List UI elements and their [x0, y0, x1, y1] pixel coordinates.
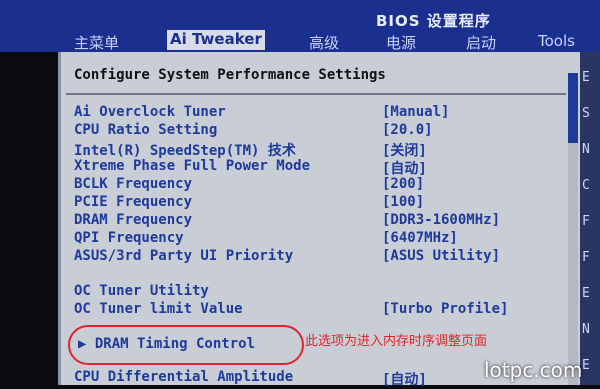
setting-label: OC Tuner limit Value	[74, 301, 243, 317]
setting-label: Xtreme Phase Full Power Mode	[74, 158, 311, 174]
setting-cpu-ratio[interactable]: CPU Ratio Setting [20.0]	[74, 122, 564, 140]
setting-value[interactable]: [自动]	[382, 158, 427, 178]
setting-value[interactable]: [200]	[382, 176, 424, 192]
setting-dram-frequency[interactable]: DRAM Frequency [DDR3-1600MHz]	[74, 212, 564, 230]
tab-boot[interactable]: 启动	[466, 32, 496, 53]
setting-label: QPI Frequency	[74, 230, 184, 246]
tab-ai-tweaker[interactable]: Ai Tweaker	[167, 30, 265, 50]
setting-ui-priority[interactable]: ASUS/3rd Party UI Priority [ASUS Utility…	[74, 248, 564, 266]
setting-label: DRAM Frequency	[74, 212, 193, 228]
help-panel-edge: E S N C F F E N E	[580, 52, 600, 385]
section-heading: Configure System Performance Settings	[74, 67, 386, 83]
tab-power[interactable]: 电源	[386, 32, 416, 53]
setting-value[interactable]: [ASUS Utility]	[382, 248, 500, 264]
setting-oc-tuner-utility[interactable]: OC Tuner Utility	[74, 283, 564, 301]
setting-value[interactable]: [自动]	[382, 369, 427, 389]
setting-qpi-frequency[interactable]: QPI Frequency [6407MHz]	[74, 230, 564, 248]
help-char: N	[582, 142, 590, 157]
setting-label: Intel(R) SpeedStep(TM) 技术	[74, 143, 296, 159]
setting-value[interactable]: [6407MHz]	[382, 230, 458, 246]
setting-pcie-frequency[interactable]: PCIE Frequency [100]	[74, 194, 564, 212]
help-char: E	[582, 286, 590, 301]
tab-main[interactable]: 主菜单	[74, 32, 119, 53]
help-char: E	[582, 358, 590, 373]
setting-value[interactable]: [20.0]	[382, 122, 433, 138]
setting-value[interactable]: [Manual]	[382, 104, 449, 120]
tab-tools[interactable]: Tools	[538, 32, 575, 50]
setting-ai-overclock-tuner[interactable]: Ai Overclock Tuner [Manual]	[74, 104, 564, 122]
setting-label: CPU Ratio Setting	[74, 122, 218, 138]
setting-label: Ai Overclock Tuner	[74, 104, 226, 120]
setting-value[interactable]: [关闭]	[382, 140, 427, 160]
help-char: S	[582, 106, 590, 121]
help-char: N	[582, 322, 590, 337]
dram-timing-control-submenu[interactable]: ▶ DRAM Timing Control	[78, 336, 255, 352]
setting-oc-tuner-limit[interactable]: OC Tuner limit Value [Turbo Profile]	[74, 301, 564, 319]
help-char: E	[582, 70, 590, 85]
setting-label: CPU Differential Amplitude	[74, 369, 294, 385]
window-title: BIOS 设置程序	[376, 12, 491, 30]
title-bar: BIOS 设置程序	[0, 0, 600, 34]
setting-label: OC Tuner Utility	[74, 283, 209, 299]
setting-xtreme-phase[interactable]: Xtreme Phase Full Power Mode [自动]	[74, 158, 564, 178]
setting-value[interactable]: [100]	[382, 194, 424, 210]
help-char: C	[582, 178, 590, 193]
setting-bclk-frequency[interactable]: BCLK Frequency [200]	[74, 176, 564, 194]
help-char: F	[582, 250, 590, 265]
watermark: lotpc.com	[484, 358, 583, 382]
setting-label: ASUS/3rd Party UI Priority	[74, 248, 294, 264]
setting-value[interactable]: [DDR3-1600MHz]	[382, 212, 500, 228]
setting-label: BCLK Frequency	[74, 176, 193, 192]
setting-speedstep[interactable]: Intel(R) SpeedStep(TM) 技术 [关闭]	[74, 140, 564, 160]
setting-label: PCIE Frequency	[74, 194, 193, 210]
setting-value[interactable]: [Turbo Profile]	[382, 301, 508, 317]
divider	[66, 93, 566, 95]
scrollbar-thumb[interactable]	[568, 73, 578, 143]
help-char: F	[582, 214, 590, 229]
tab-advanced[interactable]: 高级	[309, 32, 339, 53]
tab-bar: 主菜单 Ai Tweaker 高级 电源 启动 Tools	[0, 30, 600, 52]
annotation-note: 此选项为进入内存时序调整页面	[305, 334, 488, 349]
